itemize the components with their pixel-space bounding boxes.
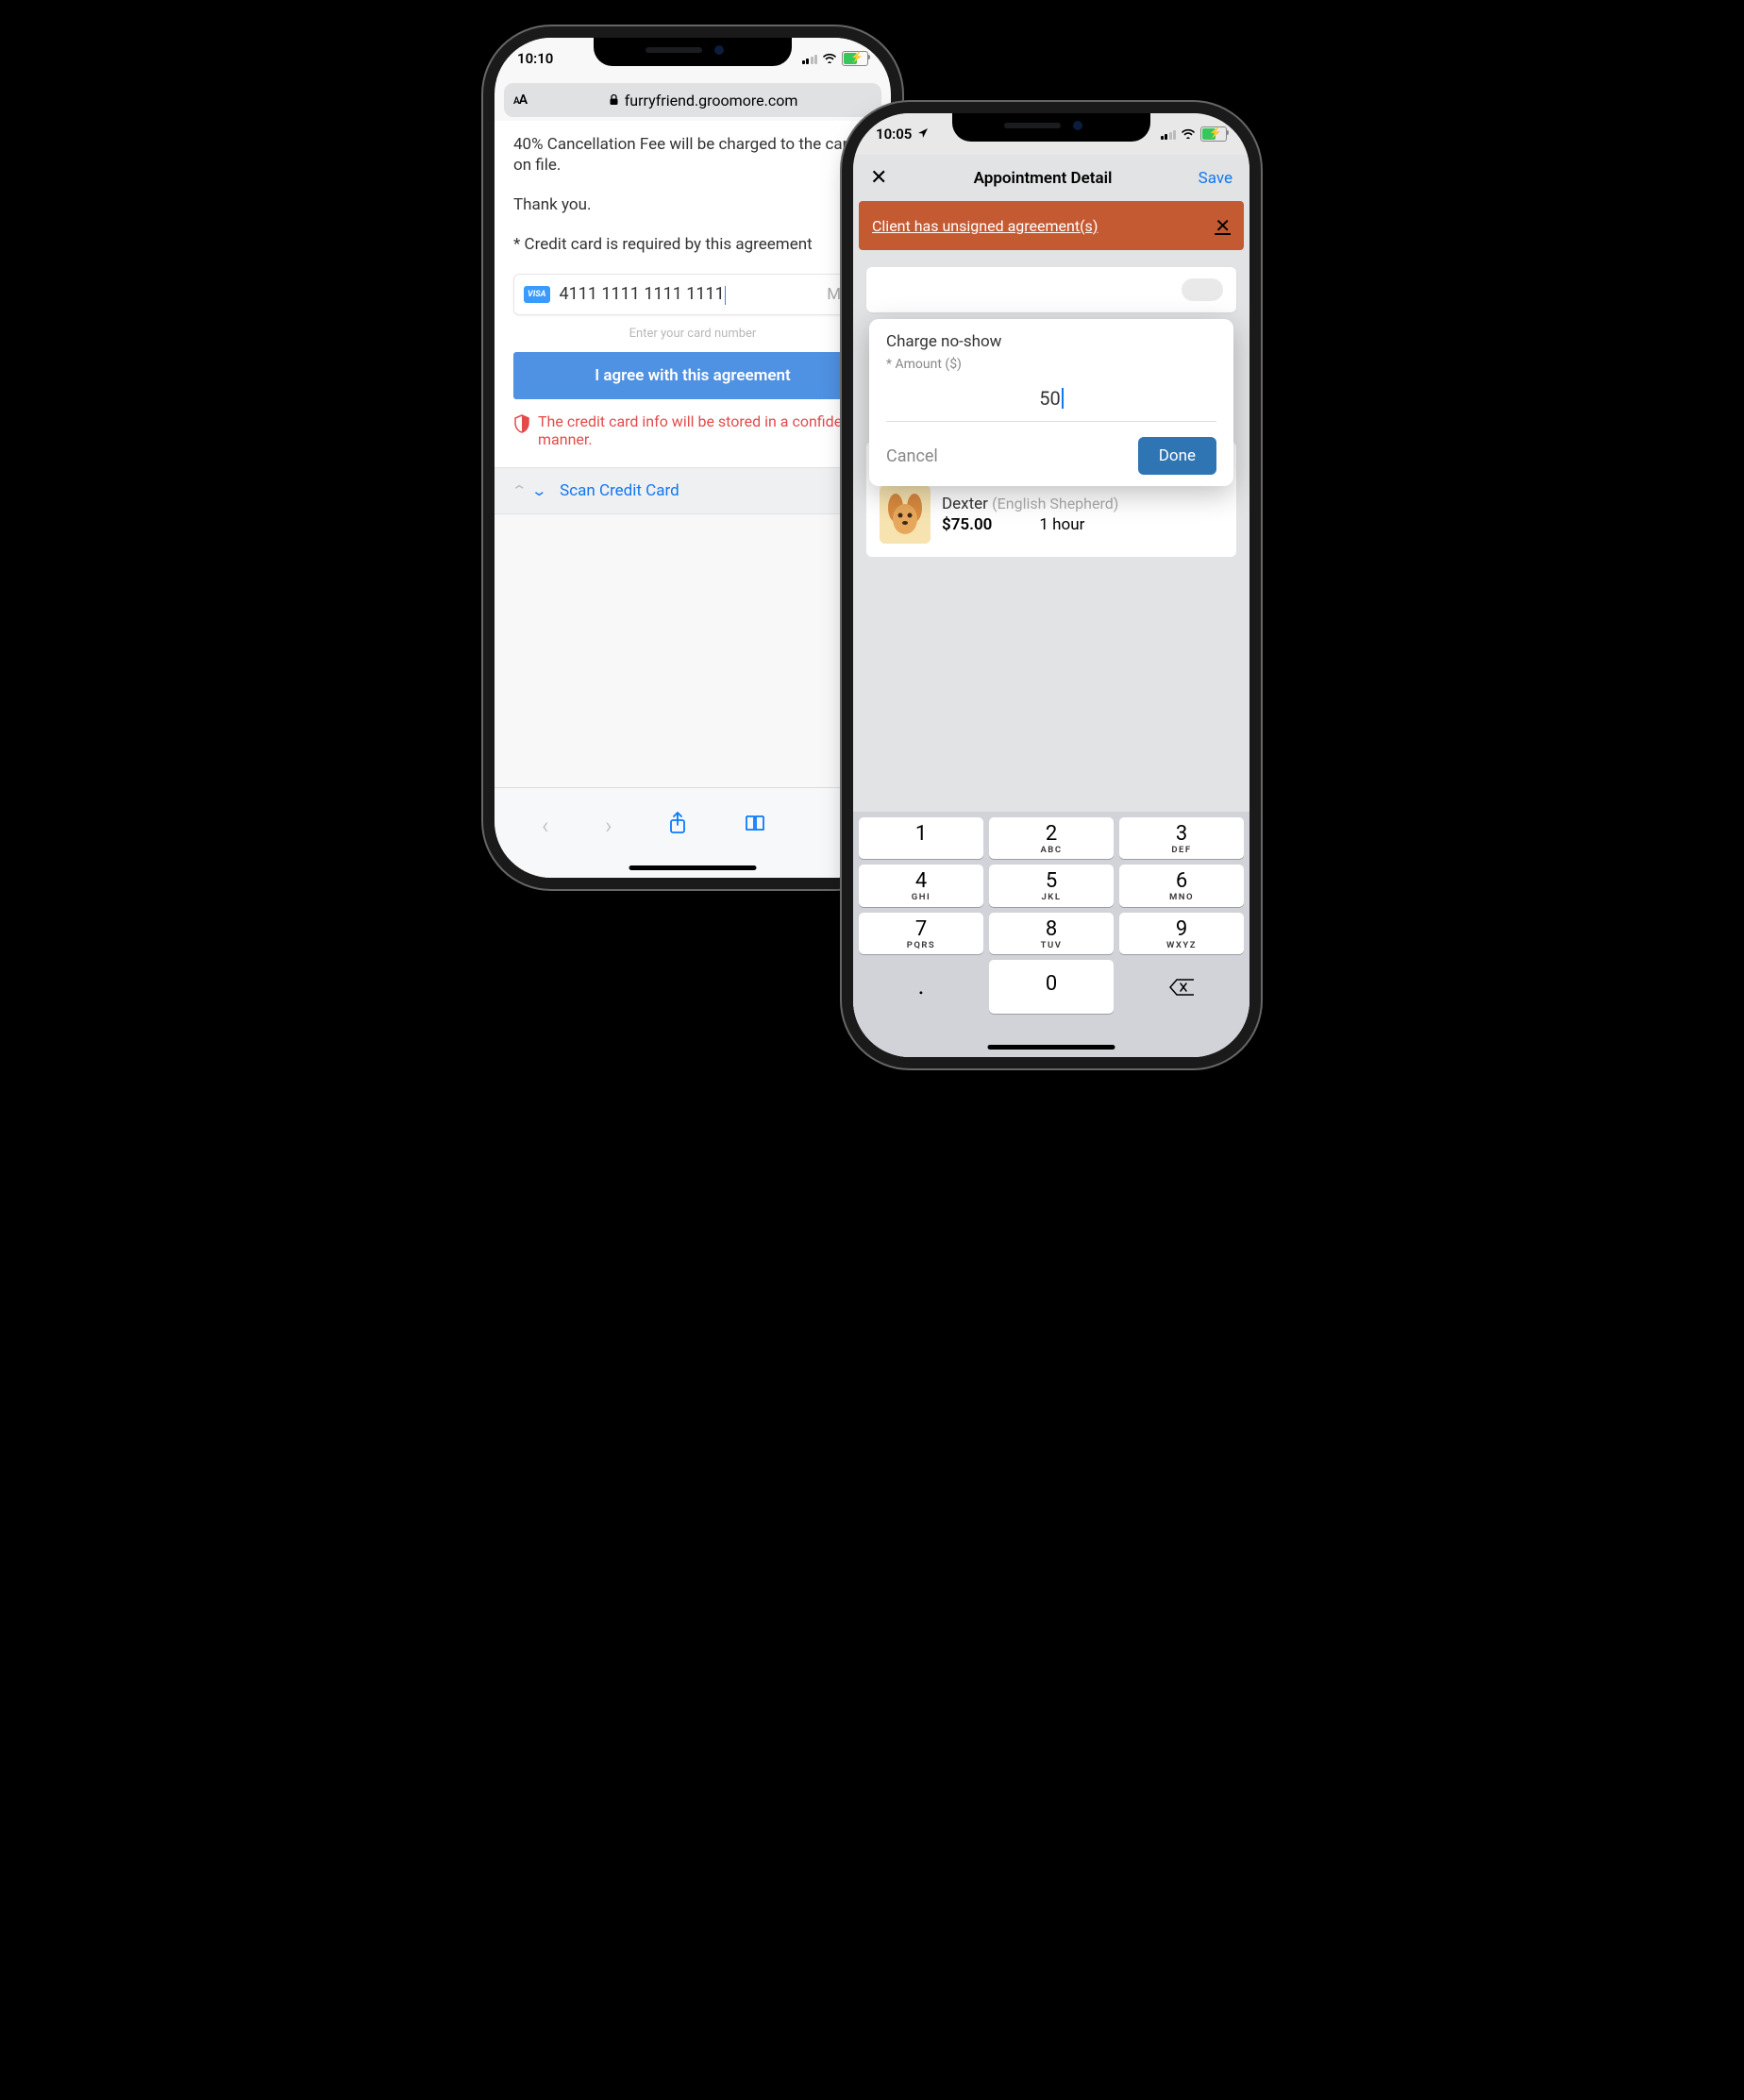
close-icon[interactable]: ✕ [870, 166, 887, 190]
modal-title: Charge no-show [886, 332, 1216, 351]
key-3[interactable]: 3DEF [1119, 817, 1244, 860]
key-7[interactable]: 7PQRS [859, 913, 983, 955]
notch [952, 113, 1150, 142]
chevron-down-icon[interactable]: ⌄ [530, 482, 547, 499]
battery-icon: ⚡ [842, 51, 868, 66]
key-5[interactable]: 5JKL [989, 865, 1114, 907]
url-domain: furryfriend.groomore.com [625, 92, 798, 109]
pet-name: Dexter [942, 495, 988, 513]
pet-breed: (English Shepherd) [992, 495, 1118, 512]
banner-text[interactable]: Client has unsigned agreement(s) [872, 217, 1098, 235]
card-number-field[interactable]: 4111 1111 1111 1111 [560, 284, 726, 304]
key-4[interactable]: 4GHI [859, 865, 983, 907]
back-icon[interactable]: ‹ [542, 813, 548, 839]
share-icon[interactable] [668, 812, 687, 840]
amount-label: * Amount ($) [886, 357, 1216, 372]
page-content: 40% Cancellation Fee will be charged to … [495, 121, 891, 467]
lock-icon [609, 92, 619, 109]
card-input[interactable]: VISA 4111 1111 1111 1111 MM/ [513, 274, 872, 314]
charge-noshow-modal: Charge no-show * Amount ($) 50 Cancel Do… [869, 319, 1233, 486]
key-9[interactable]: 9WXYZ [1119, 913, 1244, 955]
wifi-icon [822, 50, 837, 67]
nav-header: ✕ Appointment Detail Save [853, 155, 1249, 201]
battery-icon: ⚡ [1200, 126, 1227, 142]
pet-avatar [880, 485, 931, 544]
chevron-up-icon[interactable]: ⌃ [511, 482, 528, 499]
page-title: Appointment Detail [974, 169, 1113, 188]
save-button[interactable]: Save [1199, 169, 1233, 188]
safari-toolbar: ‹ › ☐ [495, 787, 891, 878]
key-6[interactable]: 6MNO [1119, 865, 1244, 907]
key-dot[interactable]: . [859, 960, 983, 1014]
location-icon [917, 126, 929, 143]
phone-left: 10:10 ⚡ AA furryfriend.groomore.com 40% … [495, 38, 891, 878]
pet-duration: 1 hour [1039, 515, 1084, 534]
secure-note: The credit card info will be stored in a… [513, 412, 872, 448]
cancel-button[interactable]: Cancel [886, 446, 938, 466]
key-8[interactable]: 8TUV [989, 913, 1114, 955]
cell-signal-icon [1161, 129, 1177, 140]
notch [594, 38, 792, 66]
status-time: 10:05 [876, 126, 912, 143]
key-0[interactable]: 0 [989, 960, 1114, 1014]
forward-icon[interactable]: › [605, 813, 612, 839]
bookmarks-icon[interactable] [744, 814, 766, 838]
text-size-icon[interactable]: AA [513, 92, 527, 108]
key-backspace[interactable] [1119, 960, 1244, 1014]
visa-badge: VISA [524, 286, 550, 303]
scan-credit-card-row[interactable]: ⌃ ⌄ Scan Credit Card [495, 467, 891, 514]
unsigned-agreement-banner[interactable]: Client has unsigned agreement(s) ✕ [859, 201, 1244, 250]
home-indicator[interactable] [988, 1045, 1115, 1050]
banner-close-icon[interactable]: ✕ [1215, 214, 1231, 237]
status-time: 10:10 [517, 50, 553, 67]
amount-input[interactable]: 50 [886, 381, 1216, 422]
numeric-keypad: 1 2ABC3DEF 4GHI5JKL6MNO 7PQRS8TUV9WXYZ . 0 [853, 812, 1249, 1057]
toggle-card [866, 267, 1236, 312]
card-hint: Enter your card number [513, 327, 872, 341]
agree-button[interactable]: I agree with this agreement [513, 352, 872, 399]
pet-price: $75.00 [942, 515, 992, 534]
key-2[interactable]: 2ABC [989, 817, 1114, 860]
cc-required-text: * Credit card is required by this agreem… [513, 234, 872, 255]
phone-right: 10:05 ⚡ ✕ Appointment Detail Save Client… [853, 113, 1249, 1057]
thank-you-text: Thank you. [513, 194, 872, 215]
shield-icon [513, 414, 530, 433]
scan-label[interactable]: Scan Credit Card [560, 481, 679, 500]
done-button[interactable]: Done [1138, 437, 1216, 475]
home-indicator[interactable] [629, 865, 757, 870]
key-1[interactable]: 1 [859, 817, 983, 860]
wifi-icon [1181, 126, 1196, 143]
cell-signal-icon [802, 54, 818, 64]
pet-row[interactable]: Dexter (English Shepherd) $75.00 1 hour [880, 485, 1223, 544]
fee-text: 40% Cancellation Fee will be charged to … [513, 134, 872, 176]
safari-url-bar[interactable]: AA furryfriend.groomore.com [504, 83, 881, 117]
